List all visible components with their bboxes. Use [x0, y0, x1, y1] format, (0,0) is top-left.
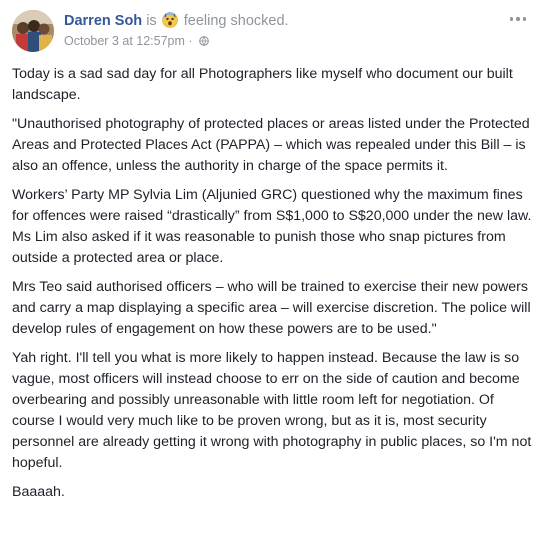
post-headline: Darren Soh is feeling shocked. [64, 11, 289, 31]
more-dot [522, 17, 527, 21]
post-header: Darren Soh is feeling shocked. October 3… [12, 8, 529, 58]
more-options-icon[interactable] [507, 13, 529, 25]
facebook-post: Darren Soh is feeling shocked. October 3… [0, 0, 541, 543]
post-paragraph: Today is a sad sad day for all Photograp… [12, 66, 513, 103]
feeling-text: feeling shocked. [183, 13, 289, 29]
author-name-link[interactable]: Darren Soh [64, 13, 142, 29]
post-paragraph: "Unauthorised photography of protected p… [12, 116, 530, 174]
globe-icon[interactable] [199, 36, 209, 46]
post-body: Today is a sad sad day for all Photograp… [12, 64, 532, 511]
more-dot [509, 17, 514, 21]
shocked-emoji-icon [161, 12, 178, 28]
is-text: is [146, 13, 157, 29]
post-paragraph: Baaaah. [12, 484, 65, 500]
post-paragraph: Mrs Teo said authorised officers – who w… [12, 279, 531, 337]
author-avatar[interactable] [12, 10, 54, 52]
separator-dot: · [188, 34, 193, 48]
post-subline: October 3 at 12:57pm · [64, 32, 289, 50]
post-paragraph: Workers’ Party MP Sylvia Lim (Aljunied G… [12, 187, 532, 266]
post-paragraph: Yah right. I'll tell you what is more li… [12, 350, 532, 471]
more-dot [516, 17, 520, 21]
post-timestamp-link[interactable]: October 3 at 12:57pm [64, 34, 185, 48]
post-meta: Darren Soh is feeling shocked. October 3… [64, 11, 289, 50]
